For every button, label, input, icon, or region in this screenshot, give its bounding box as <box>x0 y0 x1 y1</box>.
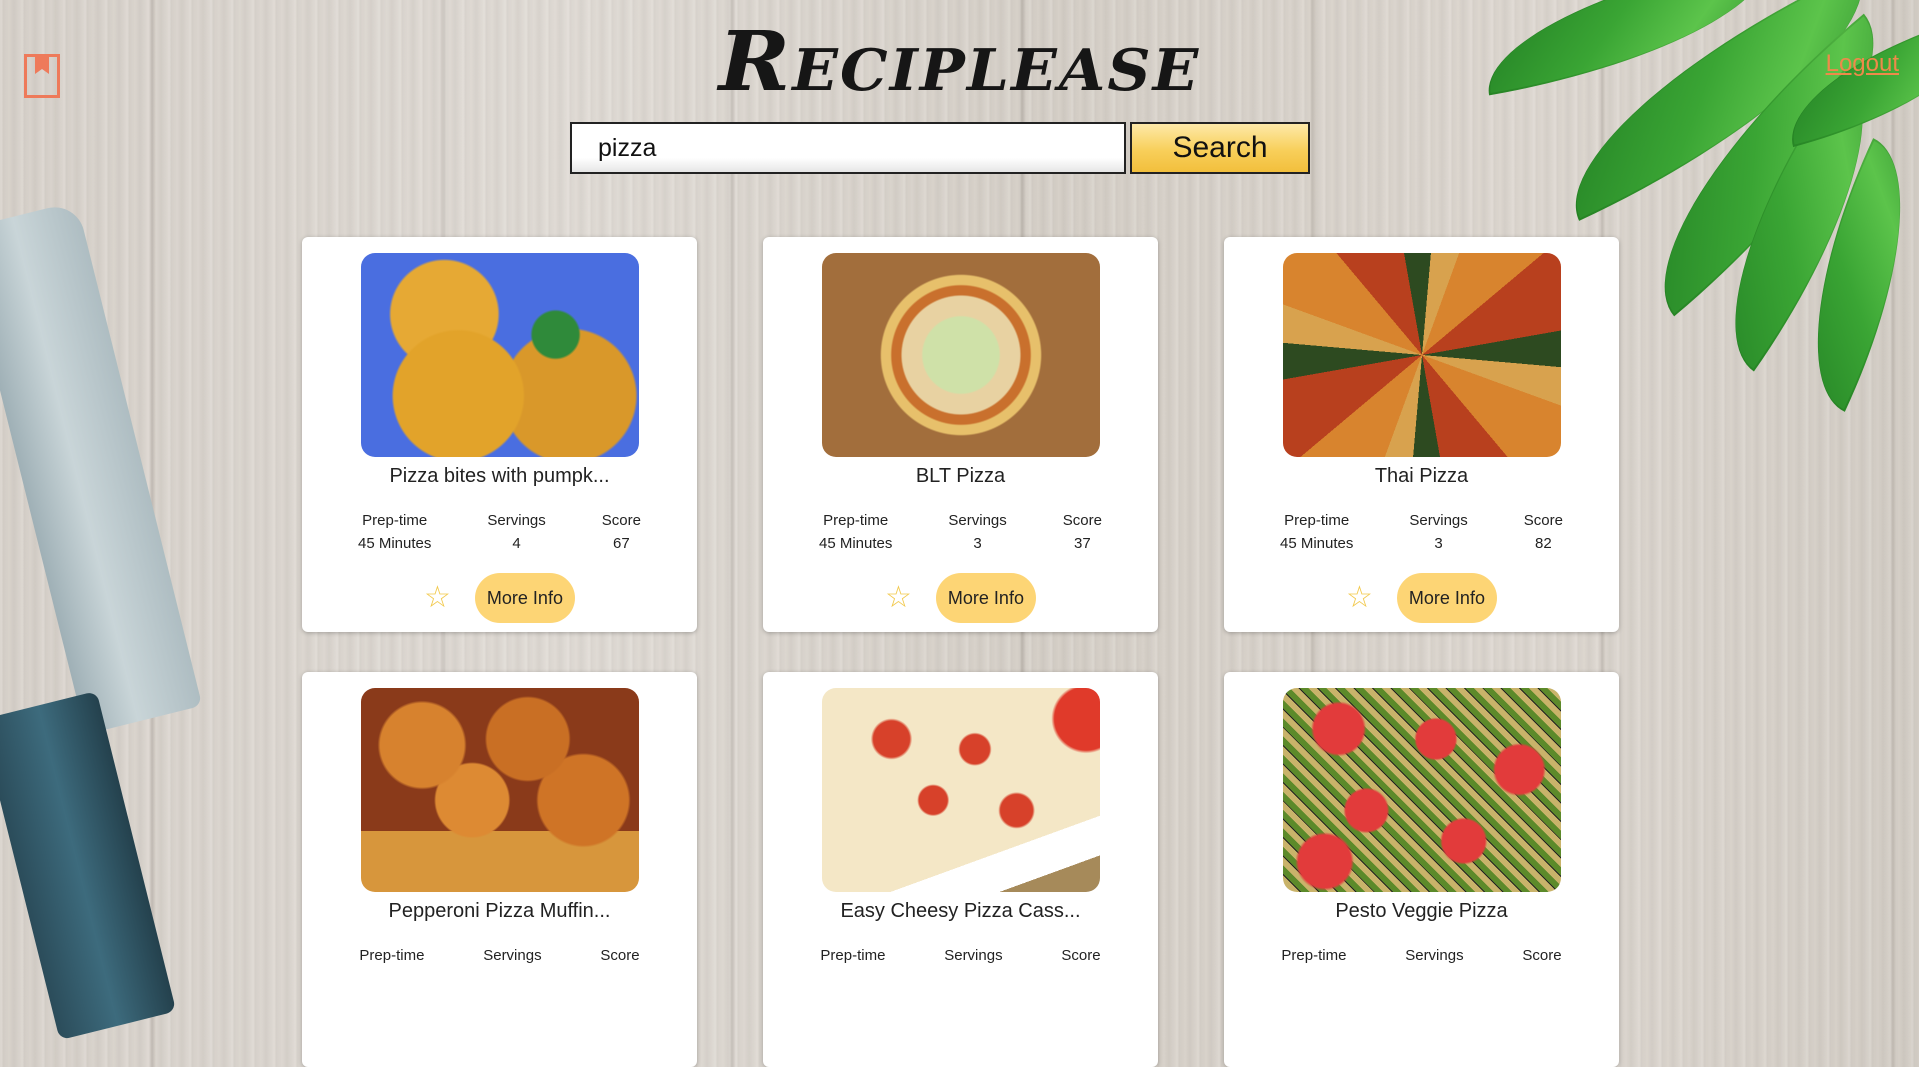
prep-time-value: 45 Minutes <box>819 535 893 552</box>
more-info-button[interactable]: More Info <box>474 573 575 623</box>
recipe-stats: Prep-time Servings Score <box>1224 944 1619 967</box>
prep-time-label: Prep-time <box>362 512 428 529</box>
recipe-title: Easy Cheesy Pizza Cass... <box>840 900 1081 922</box>
logout-link[interactable]: Logout <box>1826 50 1899 78</box>
prep-time-value: 45 Minutes <box>358 535 432 552</box>
score-label: Score <box>1062 512 1102 529</box>
recipe-title: Pesto Veggie Pizza <box>1335 900 1508 922</box>
recipe-card: BLT Pizza Prep-time 45 Minutes Servings 3 … <box>763 237 1158 632</box>
servings-label: Servings <box>1405 947 1464 964</box>
recipe-card: Thai Pizza Prep-time 45 Minutes Servings 3… <box>1224 237 1619 632</box>
recipe-stats: Prep-time 45 Minutes Servings 3 Score 37 <box>763 509 1158 555</box>
recipe-title: Pepperoni Pizza Muffin... <box>388 900 611 922</box>
servings-value: 3 <box>973 535 982 552</box>
knife-decoration-handle <box>0 690 177 1041</box>
score-label: Score <box>1522 947 1562 964</box>
star-outline-icon[interactable]: ☆ <box>424 583 451 613</box>
recipe-stats: Prep-time Servings Score <box>763 944 1158 967</box>
score-label: Score <box>1061 947 1101 964</box>
search-input[interactable] <box>570 122 1126 174</box>
recipe-actions: ☆ More Info <box>1224 573 1619 623</box>
prep-time-label: Prep-time <box>1284 512 1350 529</box>
recipe-card: Pepperoni Pizza Muffin... Prep-time Serv… <box>302 672 697 1067</box>
servings-label: Servings <box>483 947 542 964</box>
more-info-button[interactable]: More Info <box>935 573 1036 623</box>
score-label: Score <box>1523 512 1563 529</box>
recipe-stats: Prep-time 45 Minutes Servings 3 Score 82 <box>1224 509 1619 555</box>
recipe-title: Pizza bites with pumpk... <box>389 465 610 487</box>
knife-decoration-blade <box>0 200 203 735</box>
servings-value: 4 <box>512 535 521 552</box>
star-outline-icon[interactable]: ☆ <box>885 583 912 613</box>
score-value: 37 <box>1074 535 1091 552</box>
score-label: Score <box>600 947 640 964</box>
prep-time-value: 45 Minutes <box>1280 535 1354 552</box>
servings-label: Servings <box>487 512 546 529</box>
prep-time-label: Prep-time <box>1281 947 1347 964</box>
recipe-stats: Prep-time 45 Minutes Servings 4 Score 67 <box>302 509 697 555</box>
recipe-grid: Pizza bites with pumpk... Prep-time 45 Mi… <box>302 237 1619 1067</box>
more-info-button[interactable]: More Info <box>1396 573 1497 623</box>
recipe-title: Thai Pizza <box>1374 465 1469 487</box>
recipe-actions: ☆ More Info <box>763 573 1158 623</box>
search-button[interactable]: Search <box>1130 122 1310 174</box>
recipe-card: Easy Cheesy Pizza Cass... Prep-time Serv… <box>763 672 1158 1067</box>
score-label: Score <box>601 512 641 529</box>
score-value: 82 <box>1535 535 1552 552</box>
servings-label: Servings <box>948 512 1007 529</box>
prep-time-label: Prep-time <box>823 512 889 529</box>
recipe-card: Pesto Veggie Pizza Prep-time Servings Sc… <box>1224 672 1619 1067</box>
servings-label: Servings <box>1409 512 1468 529</box>
app-title: Reciplease <box>718 14 1201 110</box>
recipe-card: Pizza bites with pumpk... Prep-time 45 Mi… <box>302 237 697 632</box>
recipe-image[interactable] <box>360 253 639 457</box>
recipe-image[interactable] <box>1282 253 1561 457</box>
star-outline-icon[interactable]: ☆ <box>1346 583 1373 613</box>
recipe-image[interactable] <box>1282 688 1561 892</box>
recipe-title: BLT Pizza <box>915 465 1006 487</box>
score-value: 67 <box>613 535 630 552</box>
prep-time-label: Prep-time <box>820 947 886 964</box>
recipe-actions: ☆ More Info <box>302 573 697 623</box>
search-bar: Search <box>570 122 1310 174</box>
prep-time-label: Prep-time <box>359 947 425 964</box>
recipe-stats: Prep-time Servings Score <box>302 944 697 967</box>
recipe-image[interactable] <box>360 688 639 892</box>
servings-value: 3 <box>1434 535 1443 552</box>
servings-label: Servings <box>944 947 1003 964</box>
recipe-image[interactable] <box>821 688 1100 892</box>
recipe-image[interactable] <box>821 253 1100 457</box>
